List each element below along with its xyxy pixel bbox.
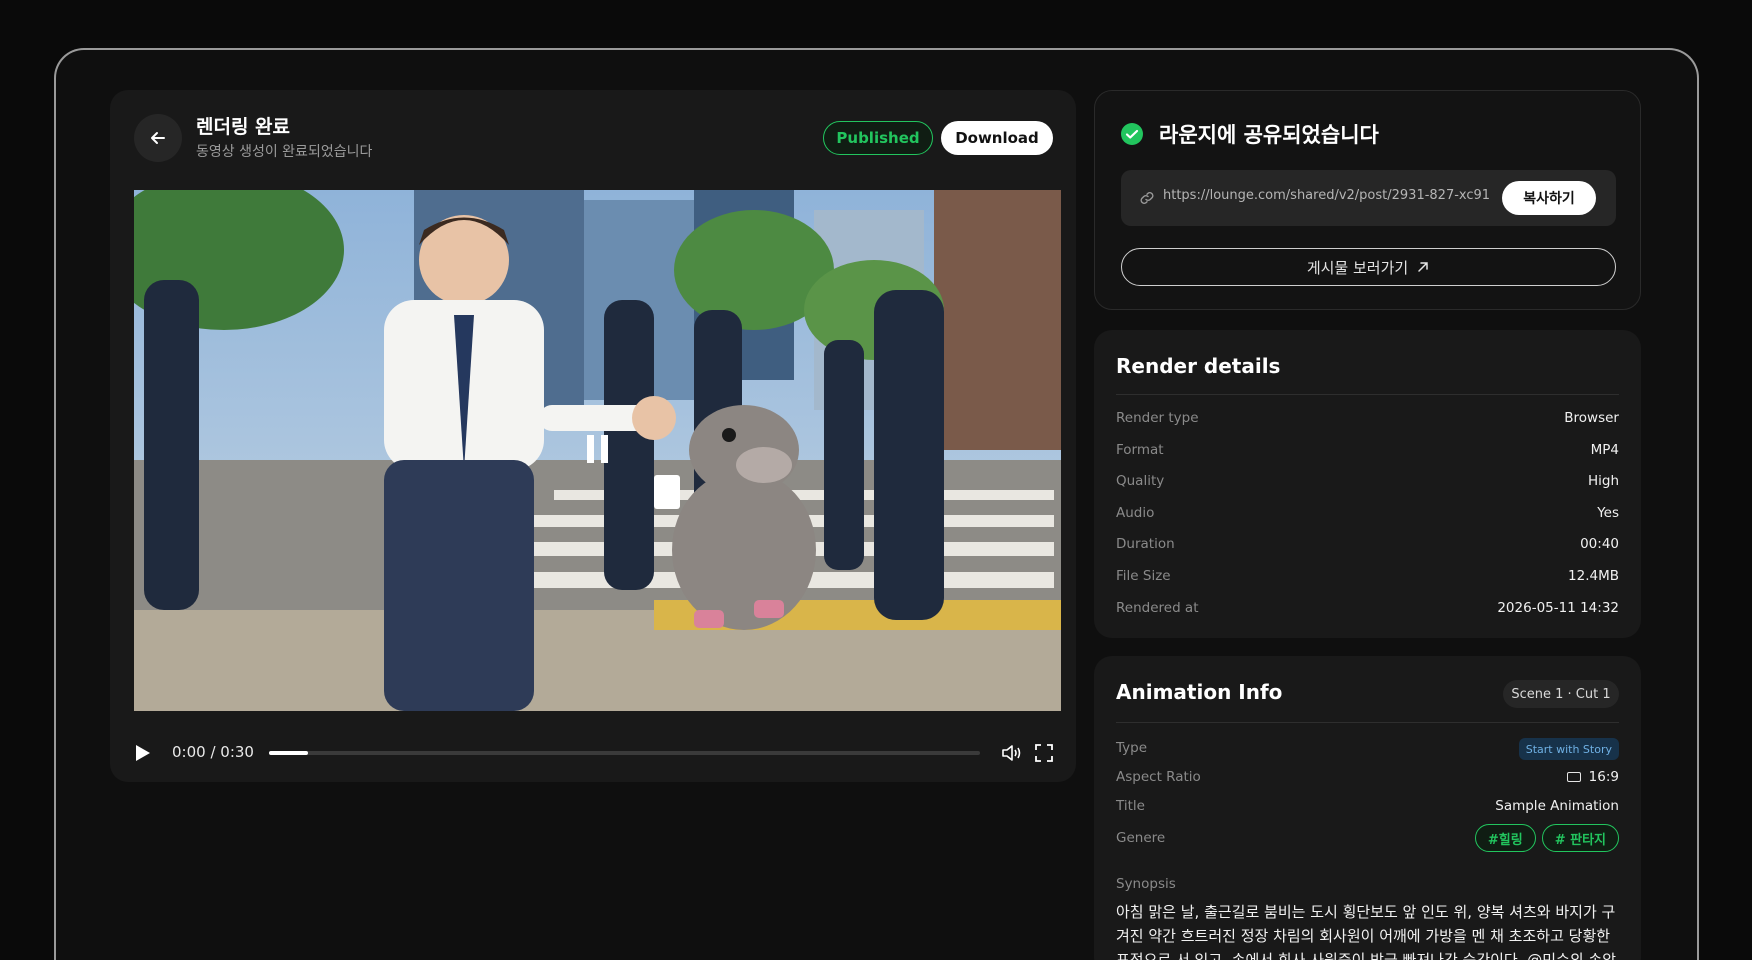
render-row-label: Quality	[1116, 473, 1165, 489]
type-label: Type	[1116, 740, 1148, 756]
scene-badge[interactable]: Scene 1 · Cut 1	[1503, 680, 1619, 708]
render-details-card: Render details Render type Browser Forma…	[1094, 330, 1641, 638]
arrow-up-right-icon	[1418, 262, 1428, 272]
render-details-title: Render details	[1116, 354, 1281, 378]
render-row-value: MP4	[1590, 442, 1619, 458]
render-row-value: High	[1587, 473, 1619, 489]
render-row: Render type Browser	[1116, 410, 1619, 430]
render-row: Duration 00:40	[1116, 536, 1619, 556]
render-row: Rendered at 2026-05-11 14:32	[1116, 600, 1619, 620]
arrow-left-icon	[151, 132, 165, 144]
pause-icon[interactable]	[586, 434, 610, 464]
render-row-value: Browser	[1564, 410, 1619, 426]
render-row-label: File Size	[1116, 568, 1171, 584]
anim-title-label: Title	[1116, 798, 1145, 814]
aspect-ratio-value: 16:9	[1588, 769, 1619, 785]
title-block: 렌더링 완료 동영상 생성이 완료되었습니다	[196, 114, 372, 162]
share-header: 라운지에 공유되었습니다	[1121, 119, 1379, 149]
render-row-label: Audio	[1116, 505, 1155, 521]
divider	[1116, 394, 1619, 395]
video-player[interactable]	[134, 190, 1061, 711]
copy-button[interactable]: 복사하기	[1502, 181, 1596, 215]
render-row-value: 00:40	[1580, 536, 1619, 552]
genre-row: Genere #힐링 # 판타지	[1116, 824, 1619, 852]
render-row-label: Duration	[1116, 536, 1175, 552]
animation-info-card: Animation Info Scene 1 · Cut 1 Type Star…	[1094, 656, 1641, 960]
share-url: https://lounge.com/shared/v2/post/2931-8…	[1163, 188, 1491, 203]
share-link-field[interactable]: https://lounge.com/shared/v2/post/2931-8…	[1121, 170, 1616, 226]
render-row-label: Rendered at	[1116, 600, 1199, 616]
render-row-value: Yes	[1597, 505, 1619, 521]
published-badge[interactable]: Published	[823, 121, 933, 155]
render-row-value: 12.4MB	[1568, 568, 1619, 584]
render-row: Format MP4	[1116, 442, 1619, 462]
volume-icon[interactable]	[1001, 743, 1023, 763]
render-row-label: Render type	[1116, 410, 1199, 426]
divider	[1116, 722, 1619, 723]
animation-info-title: Animation Info	[1116, 680, 1283, 704]
render-row: Audio Yes	[1116, 505, 1619, 525]
genre-tags: #힐링 # 판타지	[1474, 824, 1619, 852]
progress-fill	[269, 751, 309, 755]
play-icon[interactable]	[134, 743, 152, 763]
view-post-button[interactable]: 게시물 보러가기	[1121, 248, 1616, 286]
view-post-label: 게시물 보러가기	[1306, 258, 1409, 277]
aspect-ratio-value-wrap: 16:9	[1566, 769, 1619, 785]
back-button[interactable]	[134, 114, 182, 162]
time-display: 0:00 / 0:30	[172, 743, 254, 761]
genre-tag[interactable]: # 판타지	[1541, 824, 1619, 852]
render-row: File Size 12.4MB	[1116, 568, 1619, 588]
page-title: 렌더링 완료	[196, 116, 291, 138]
progress-bar[interactable]	[269, 751, 980, 755]
anim-title-value: Sample Animation	[1495, 798, 1619, 814]
synopsis-text: 아침 맑은 날, 출근길로 붐비는 도시 횡단보도 앞 인도 위, 양복 셔츠와…	[1116, 903, 1617, 960]
share-title: 라운지에 공유되었습니다	[1159, 123, 1379, 147]
type-row: Type Start with Story	[1116, 738, 1619, 760]
title-row: Title Sample Animation	[1116, 798, 1619, 818]
render-row-value: 2026-05-11 14:32	[1497, 600, 1619, 616]
aspect-ratio-label: Aspect Ratio	[1116, 769, 1201, 785]
genre-label: Genere	[1116, 830, 1166, 846]
screen-ratio-icon	[1566, 772, 1581, 782]
link-icon	[1140, 192, 1154, 204]
check-circle-icon	[1121, 123, 1143, 145]
video-controls: 0:00 / 0:30	[134, 740, 1061, 770]
type-badge: Start with Story	[1518, 738, 1619, 760]
fullscreen-icon[interactable]	[1034, 743, 1054, 763]
player-card: 렌더링 완료 동영상 생성이 완료되었습니다 Published Downloa…	[110, 90, 1076, 782]
render-row: Quality High	[1116, 473, 1619, 493]
download-button[interactable]: Download	[941, 121, 1053, 155]
page-subtitle: 동영상 생성이 완료되었습니다	[196, 144, 373, 160]
genre-tag[interactable]: #힐링	[1474, 824, 1536, 852]
aspect-ratio-row: Aspect Ratio 16:9	[1116, 769, 1619, 789]
render-row-label: Format	[1116, 442, 1164, 458]
synopsis-label: Synopsis	[1116, 876, 1176, 892]
share-card: 라운지에 공유되었습니다 https://lounge.com/shared/v…	[1094, 90, 1641, 310]
